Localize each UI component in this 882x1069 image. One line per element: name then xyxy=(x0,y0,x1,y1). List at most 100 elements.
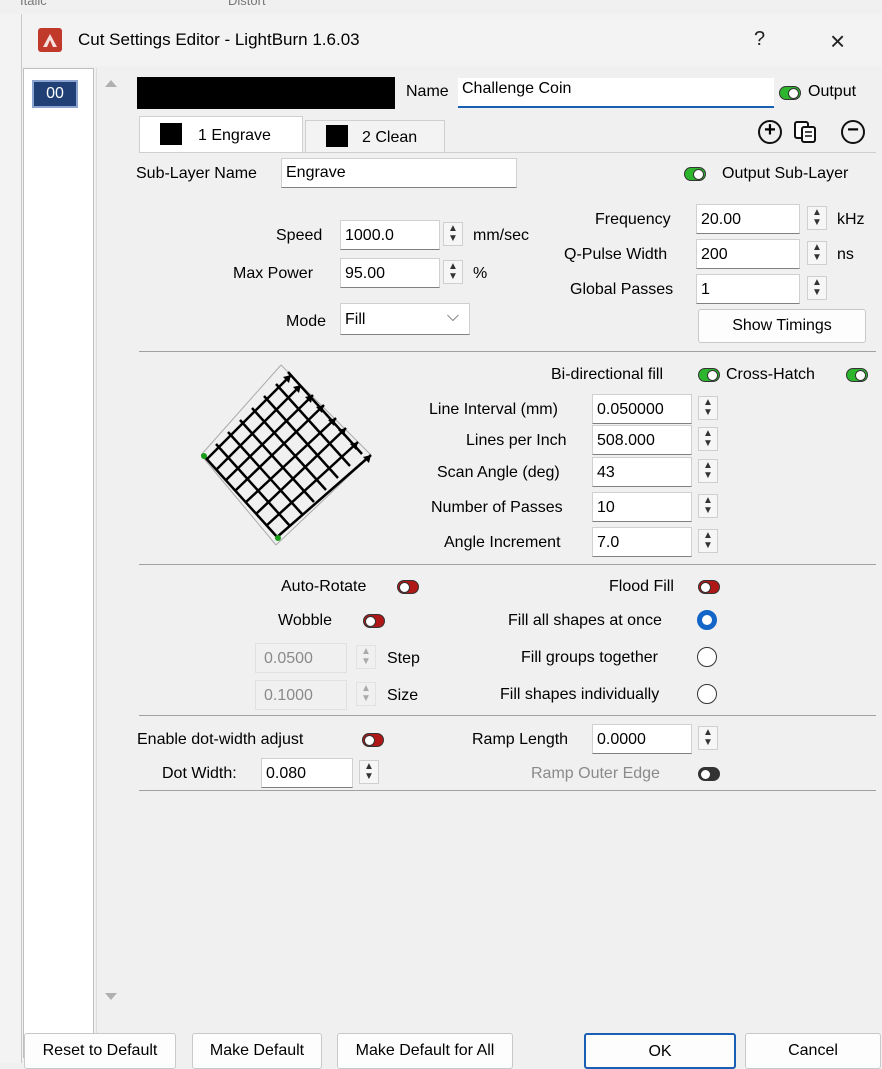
ramp-length-spinner[interactable]: ▲ ▼ xyxy=(698,726,718,750)
auto-rotate-toggle[interactable] xyxy=(397,580,419,594)
output-sublayer-label: Output Sub-Layer xyxy=(722,165,849,182)
cancel-button[interactable]: Cancel xyxy=(745,1033,881,1069)
scan-angle-input[interactable]: 43 xyxy=(592,457,692,487)
fill-groups-radio[interactable] xyxy=(697,647,717,667)
tab-label: 2 Clean xyxy=(362,129,418,146)
angle-increment-spinner[interactable]: ▲ ▼ xyxy=(698,529,718,553)
tab-color-swatch xyxy=(160,123,182,145)
speed-input[interactable]: 1000.0 xyxy=(340,220,440,250)
fill-groups-label: Fill groups together xyxy=(521,649,658,666)
ramp-outer-edge-toggle[interactable] xyxy=(698,767,720,781)
dot-width-adjust-toggle[interactable] xyxy=(362,733,384,747)
qpulse-spinner[interactable]: ▲ ▼ xyxy=(807,241,827,265)
frequency-label: Frequency xyxy=(595,211,671,228)
step-spinner[interactable]: ▲ ▼ xyxy=(356,645,376,669)
speed-unit: mm/sec xyxy=(473,227,529,244)
ramp-length-label: Ramp Length xyxy=(472,731,569,748)
lpi-label: Lines per Inch xyxy=(466,432,567,449)
auto-rotate-label: Auto-Rotate xyxy=(281,578,367,595)
show-timings-button[interactable]: Show Timings xyxy=(698,309,866,343)
sublayer-name-input[interactable]: Engrave xyxy=(281,158,517,188)
mode-label: Mode xyxy=(286,313,327,330)
mode-value: Fill xyxy=(345,311,366,328)
scan-angle-spinner[interactable]: ▲ ▼ xyxy=(698,459,718,483)
num-passes-input[interactable]: 10 xyxy=(592,492,692,522)
fill-all-label: Fill all shapes at once xyxy=(508,612,662,629)
size-spinner[interactable]: ▲ ▼ xyxy=(356,682,376,706)
dot-width-spinner[interactable]: ▲ ▼ xyxy=(359,760,379,784)
bidir-fill-label: Bi-directional fill xyxy=(551,366,664,383)
global-passes-spinner[interactable]: ▲ ▼ xyxy=(807,276,827,300)
make-default-button[interactable]: Make Default xyxy=(192,1033,322,1069)
line-interval-label: Line Interval (mm) xyxy=(429,401,558,418)
bidir-fill-toggle[interactable] xyxy=(698,368,720,382)
tab-color-swatch xyxy=(326,125,348,147)
max-power-unit: % xyxy=(473,265,488,282)
qpulse-label: Q-Pulse Width xyxy=(564,246,668,263)
tab-clean[interactable]: 2 Clean xyxy=(305,120,445,152)
qpulse-unit: ns xyxy=(837,246,854,263)
lpi-input[interactable]: 508.000 xyxy=(592,425,692,455)
size-input[interactable]: 0.1000 xyxy=(255,680,347,710)
frequency-spinner[interactable]: ▲ ▼ xyxy=(807,206,827,230)
layer-name-input[interactable]: Challenge Coin xyxy=(458,78,774,108)
sublayer-name-label: Sub-Layer Name xyxy=(136,165,257,182)
scroll-up-icon[interactable] xyxy=(105,80,117,87)
wobble-label: Wobble xyxy=(278,612,332,629)
qpulse-input[interactable]: 200 xyxy=(696,239,800,269)
max-power-input[interactable]: 95.00 xyxy=(340,258,440,288)
num-passes-label: Number of Passes xyxy=(431,499,563,516)
section-divider xyxy=(139,564,876,565)
dot-width-input[interactable]: 0.080 xyxy=(261,758,353,788)
num-passes-spinner[interactable]: ▲ ▼ xyxy=(698,494,718,518)
section-divider xyxy=(139,790,876,791)
layer-item[interactable]: 00 xyxy=(32,80,78,108)
angle-increment-input[interactable]: 7.0 xyxy=(592,527,692,557)
fill-individual-radio[interactable] xyxy=(697,684,717,704)
flood-fill-label: Flood Fill xyxy=(609,578,674,595)
window-left-edge xyxy=(0,14,22,1063)
section-divider xyxy=(139,715,876,716)
dot-width-label: Dot Width: xyxy=(162,765,237,782)
ramp-length-input[interactable]: 0.0000 xyxy=(592,724,692,754)
angle-increment-label: Angle Increment xyxy=(444,534,561,551)
lpi-spinner[interactable]: ▲ ▼ xyxy=(698,427,718,451)
add-sublayer-icon[interactable]: + xyxy=(758,120,782,144)
step-input[interactable]: 0.0500 xyxy=(255,643,347,673)
output-sublayer-toggle[interactable] xyxy=(684,167,706,181)
max-power-spinner[interactable]: ▲ ▼ xyxy=(443,260,463,284)
tab-divider xyxy=(139,152,876,153)
frequency-unit: kHz xyxy=(837,211,865,228)
crosshatch-toggle[interactable] xyxy=(846,368,868,382)
remove-sublayer-icon[interactable]: − xyxy=(841,120,865,144)
close-button[interactable]: × xyxy=(830,26,845,57)
output-toggle[interactable] xyxy=(779,86,801,100)
line-interval-input[interactable]: 0.050000 xyxy=(592,394,692,424)
fill-preview xyxy=(196,360,376,550)
help-button[interactable]: ? xyxy=(754,28,765,51)
frequency-input[interactable]: 20.00 xyxy=(696,204,800,234)
step-label: Step xyxy=(387,650,420,667)
mode-select[interactable]: Fill ⌵ xyxy=(340,303,470,335)
make-default-for-all-button[interactable]: Make Default for All xyxy=(337,1033,513,1069)
copy-sublayer-icon[interactable] xyxy=(792,119,818,145)
fill-all-radio[interactable] xyxy=(697,610,717,630)
tab-label: 1 Engrave xyxy=(198,127,271,144)
reset-to-default-button[interactable]: Reset to Default xyxy=(24,1033,176,1069)
global-passes-input[interactable]: 1 xyxy=(696,274,800,304)
layer-list[interactable] xyxy=(23,68,94,1058)
lightburn-logo-icon xyxy=(38,28,62,52)
max-power-label: Max Power xyxy=(233,265,314,282)
section-divider xyxy=(139,351,876,352)
line-interval-spinner[interactable]: ▲ ▼ xyxy=(698,396,718,420)
scroll-down-icon[interactable] xyxy=(105,993,117,1000)
ok-button[interactable]: OK xyxy=(584,1033,736,1069)
layer-list-scrollbar[interactable] xyxy=(96,68,124,1058)
wobble-toggle[interactable] xyxy=(363,614,385,628)
flood-fill-toggle[interactable] xyxy=(698,580,720,594)
output-label: Output xyxy=(808,83,857,100)
layer-color-swatch[interactable] xyxy=(137,77,395,109)
speed-spinner[interactable]: ▲ ▼ xyxy=(443,222,463,246)
background-app-strip: Italic Distort xyxy=(0,0,882,14)
tab-engrave[interactable]: 1 Engrave xyxy=(139,116,303,152)
